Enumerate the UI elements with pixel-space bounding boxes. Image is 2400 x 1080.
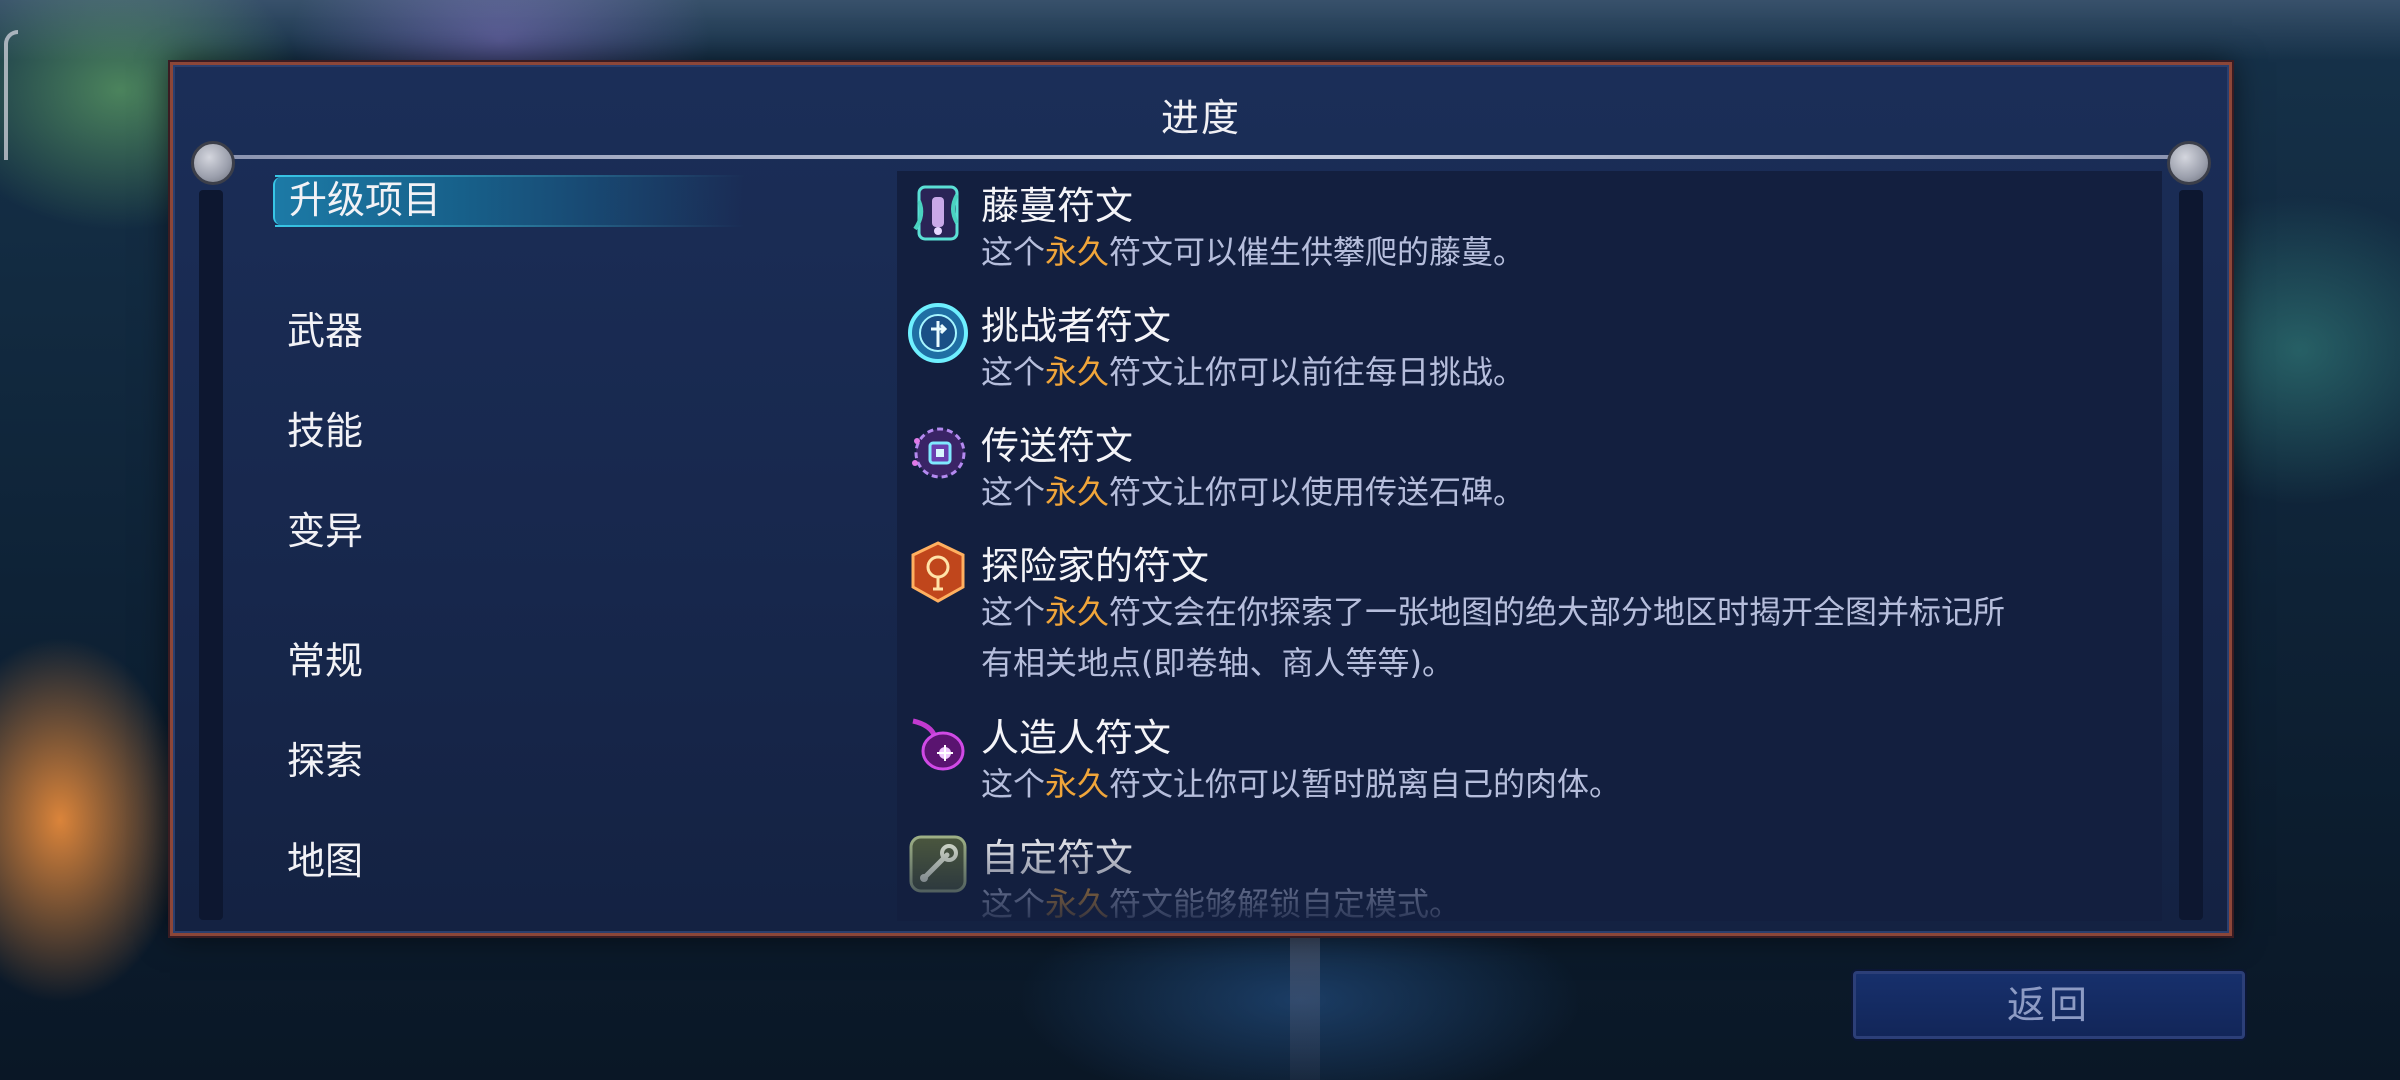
background-top-fade [0,0,2400,60]
entry-title: 藤蔓符文 [981,184,1134,228]
homunculus-rune-icon [905,711,971,777]
edge-bracket [4,30,18,160]
panel-title: 进度 [1160,96,1241,140]
entry-description: 这个永久符文让你可以使用传送石碑。 [981,473,1526,511]
category-mutations[interactable]: 变异 [273,505,363,557]
explorer-rune-icon [905,539,971,605]
custom-rune-icon [905,831,971,897]
left-rail [199,190,223,920]
entry-description: 这个永久符文会在你探索了一张地图的绝大部分地区时揭开全图并标记所有相关地点(即卷… [981,593,2006,682]
category-exploration[interactable]: 探索 [273,735,363,787]
entry-title: 挑战者符文 [981,304,1172,348]
vine-rune-icon [905,179,971,245]
category-general[interactable]: 常规 [273,635,363,687]
entry-description: 这个永久符文让你可以前往每日挑战。 [981,353,1526,391]
category-weapons[interactable]: 武器 [273,305,363,357]
entry-list[interactable]: 藤蔓符文 这个永久符文可以催生供攀爬的藤蔓。 挑战者符文 这个永久符文让你可以前… [897,171,2162,921]
challenger-rune-icon [905,299,971,365]
background-beam [1290,936,1320,1080]
permanent-highlight: 永久 [1045,233,1110,271]
entry-title: 传送符文 [981,424,1134,468]
permanent-highlight: 永久 [1045,473,1110,511]
entry-description: 这个永久符文让你可以暂时脱离自己的肉体。 [981,765,1622,803]
title-divider [213,155,2195,159]
category-upgrades[interactable]: 升级项目 [273,175,745,227]
entry-description: 这个永久符文能够解锁自定模式。 [981,885,1462,921]
permanent-highlight: 永久 [1045,885,1110,921]
category-maps[interactable]: 地图 [273,835,363,887]
back-button[interactable]: 返回 [1853,971,2245,1039]
right-scrollbar[interactable] [2179,190,2203,920]
teleport-rune-icon [905,419,971,485]
entry-title: 探险家的符文 [981,544,1210,588]
permanent-highlight: 永久 [1045,765,1110,803]
entry-description: 这个永久符文可以催生供攀爬的藤蔓。 [981,233,1526,271]
category-skills[interactable]: 技能 [273,405,363,457]
progress-panel: 进度 升级项目 武器 技能 变异 常规 探索 地图 藤蔓符文 这个永久符文可以催… [170,62,2232,936]
permanent-highlight: 永久 [1045,593,1110,631]
entry-title: 人造人符文 [981,716,1172,760]
permanent-highlight: 永久 [1045,353,1110,391]
entry-title: 自定符文 [981,836,1134,880]
right-knob-ornament [2167,141,2211,185]
left-knob-ornament [191,141,235,185]
